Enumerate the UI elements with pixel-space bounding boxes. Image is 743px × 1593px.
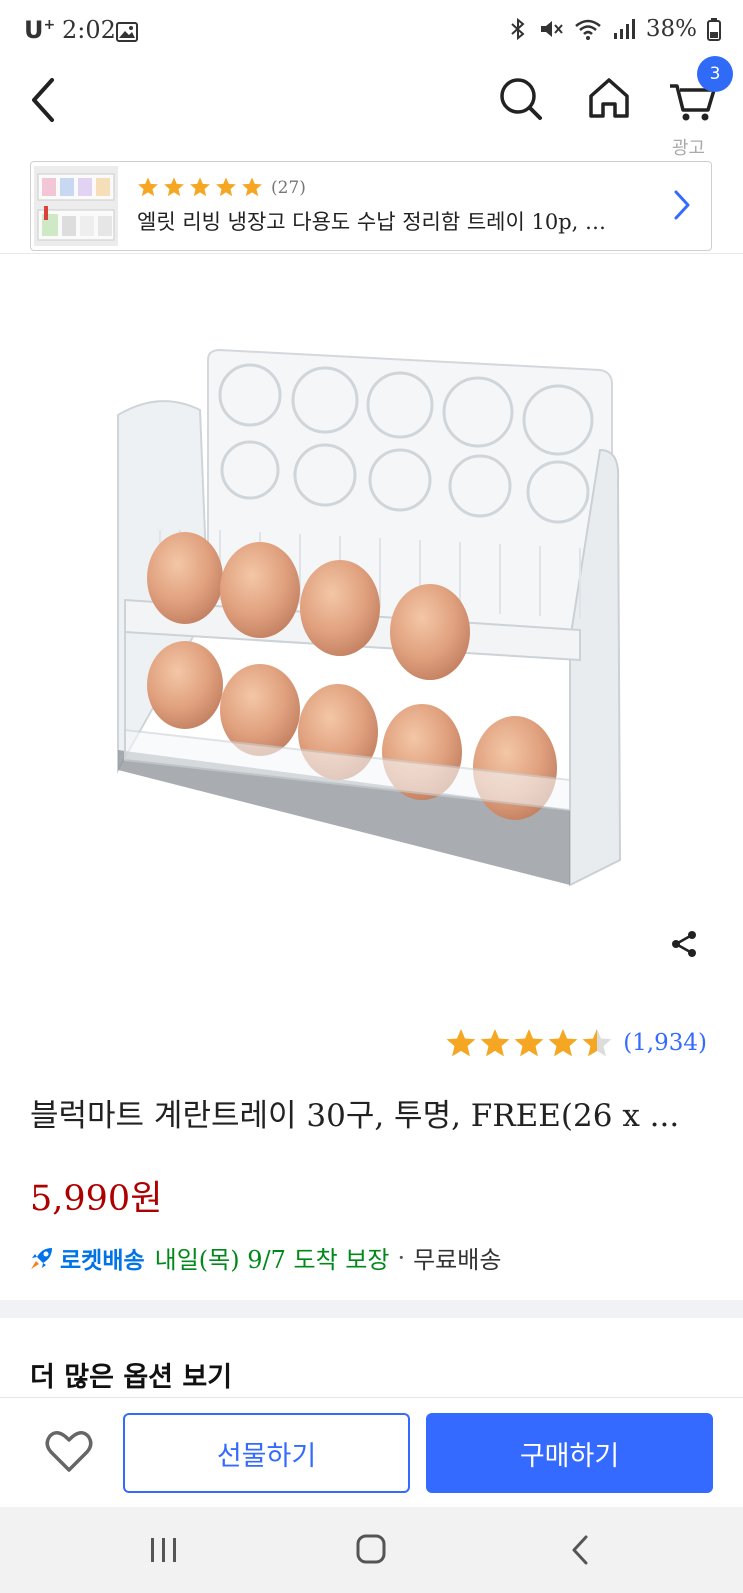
system-back-icon[interactable] [568,1533,592,1567]
delivery-eta: 내일(목) 9/7 도착 보장 [154,1246,390,1274]
back-icon[interactable] [22,70,66,130]
divider [0,253,743,254]
organizer-thumbnail-image [34,166,118,246]
buy-button[interactable]: 구매하기 [426,1413,713,1493]
free-shipping-label: 무료배송 [413,1246,502,1274]
search-icon[interactable] [496,70,546,126]
ad-rating-stars [137,176,263,198]
top-nav [0,62,743,152]
section-divider [0,1300,743,1318]
mute-icon [540,21,563,37]
star-icon [446,1029,476,1057]
star-icon [190,177,210,197]
delivery-info: 로켓배송 내일(목) 9/7 도착 보장 · 무료배송 [28,1240,501,1275]
star-icon [138,177,158,197]
ad-label: 광고 [671,138,705,159]
product-price: 5,990원 [30,1179,163,1219]
carrier-label: U+ [24,16,56,44]
bluetooth-icon [511,17,525,41]
gift-button[interactable]: 선물하기 [123,1413,410,1493]
system-home-icon[interactable] [355,1533,387,1565]
home-icon[interactable] [584,70,634,126]
system-nav-bar [0,1507,743,1593]
battery-percent: 38% [645,16,697,42]
ad-review-count: (27) [271,178,306,198]
ad-thumbnail [34,166,118,246]
status-bar: U+ 2:02 38% [0,0,743,62]
delivery-separator: · [397,1243,406,1272]
recent-apps-icon[interactable] [148,1535,180,1565]
star-icon [216,177,236,197]
star-icon [480,1029,510,1057]
product-rating-stars [445,1027,613,1059]
star-icon [582,1029,612,1057]
product-rating[interactable]: (1,934) [445,1027,707,1059]
star-icon [242,177,262,197]
chevron-right-icon [674,190,690,220]
status-right: 38% [508,16,721,42]
product-review-count[interactable]: (1,934) [623,1030,707,1056]
star-icon [514,1029,544,1057]
wifi-icon [575,19,601,40]
battery-icon [707,18,721,41]
rocket-delivery-label: 로켓배송 [60,1247,145,1274]
share-icon[interactable] [668,928,700,960]
product-title: 블럭마트 계란트레이 30구, 투명, FREE(26 x ... [30,1098,680,1134]
cart-count-badge[interactable]: 3 [697,56,733,92]
bottom-action-bar: 선물하기 구매하기 [0,1397,743,1508]
more-options-link[interactable]: 더 많은 옵션 보기 [30,1355,232,1394]
gallery-notification-icon [116,22,138,42]
status-time: 2:02 [62,16,116,44]
sponsored-product-card[interactable]: (27) 엘릿 리빙 냉장고 다용도 수납 정리함 트레이 10p, … [30,161,712,251]
signal-icon [613,19,635,39]
rocket-icon [31,1247,52,1269]
heart-icon[interactable] [44,1426,94,1476]
star-icon [548,1029,578,1057]
product-image[interactable] [100,340,640,900]
ad-product-title: 엘릿 리빙 냉장고 다용도 수납 정리함 트레이 10p, … [137,210,607,234]
star-icon [164,177,184,197]
